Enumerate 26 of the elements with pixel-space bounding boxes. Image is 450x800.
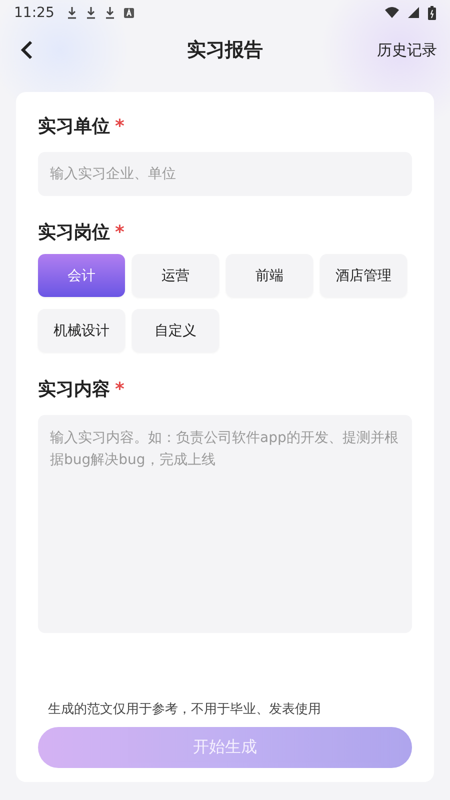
signal-icon <box>408 7 419 18</box>
download-icon <box>105 6 116 18</box>
position-chip[interactable]: 机械设计 <box>38 309 125 352</box>
position-chip[interactable]: 运营 <box>132 254 219 297</box>
company-input[interactable]: 输入实习企业、单位 <box>38 152 412 196</box>
required-mark: * <box>115 116 124 136</box>
content-textarea[interactable]: 输入实习内容。如：负责公司软件app的开发、提测并根据bug解决bug，完成上线 <box>38 415 412 633</box>
field-label: 实习单位 <box>38 115 110 138</box>
disclaimer-text: 生成的范文仅用于参考，不用于毕业、发表使用 <box>48 701 322 718</box>
required-mark: * <box>115 222 124 242</box>
page-title: 实习报告 <box>187 38 263 63</box>
wifi-icon <box>385 7 399 18</box>
status-time: 11:25 <box>14 4 54 20</box>
position-chip[interactable]: 酒店管理 <box>320 254 407 297</box>
position-chip[interactable]: 会计 <box>38 254 125 297</box>
position-chip[interactable]: 自定义 <box>132 309 219 352</box>
download-icon <box>67 6 78 18</box>
required-mark: * <box>115 378 124 400</box>
download-icon <box>86 6 96 18</box>
notification-icon <box>124 8 134 18</box>
position-chip[interactable]: 前端 <box>226 254 313 297</box>
history-link[interactable]: 历史记录 <box>377 40 437 60</box>
field-label: 实习岗位 <box>38 221 110 244</box>
battery-icon <box>428 6 436 20</box>
back-icon <box>20 40 34 60</box>
field-label: 实习内容 <box>38 378 110 401</box>
